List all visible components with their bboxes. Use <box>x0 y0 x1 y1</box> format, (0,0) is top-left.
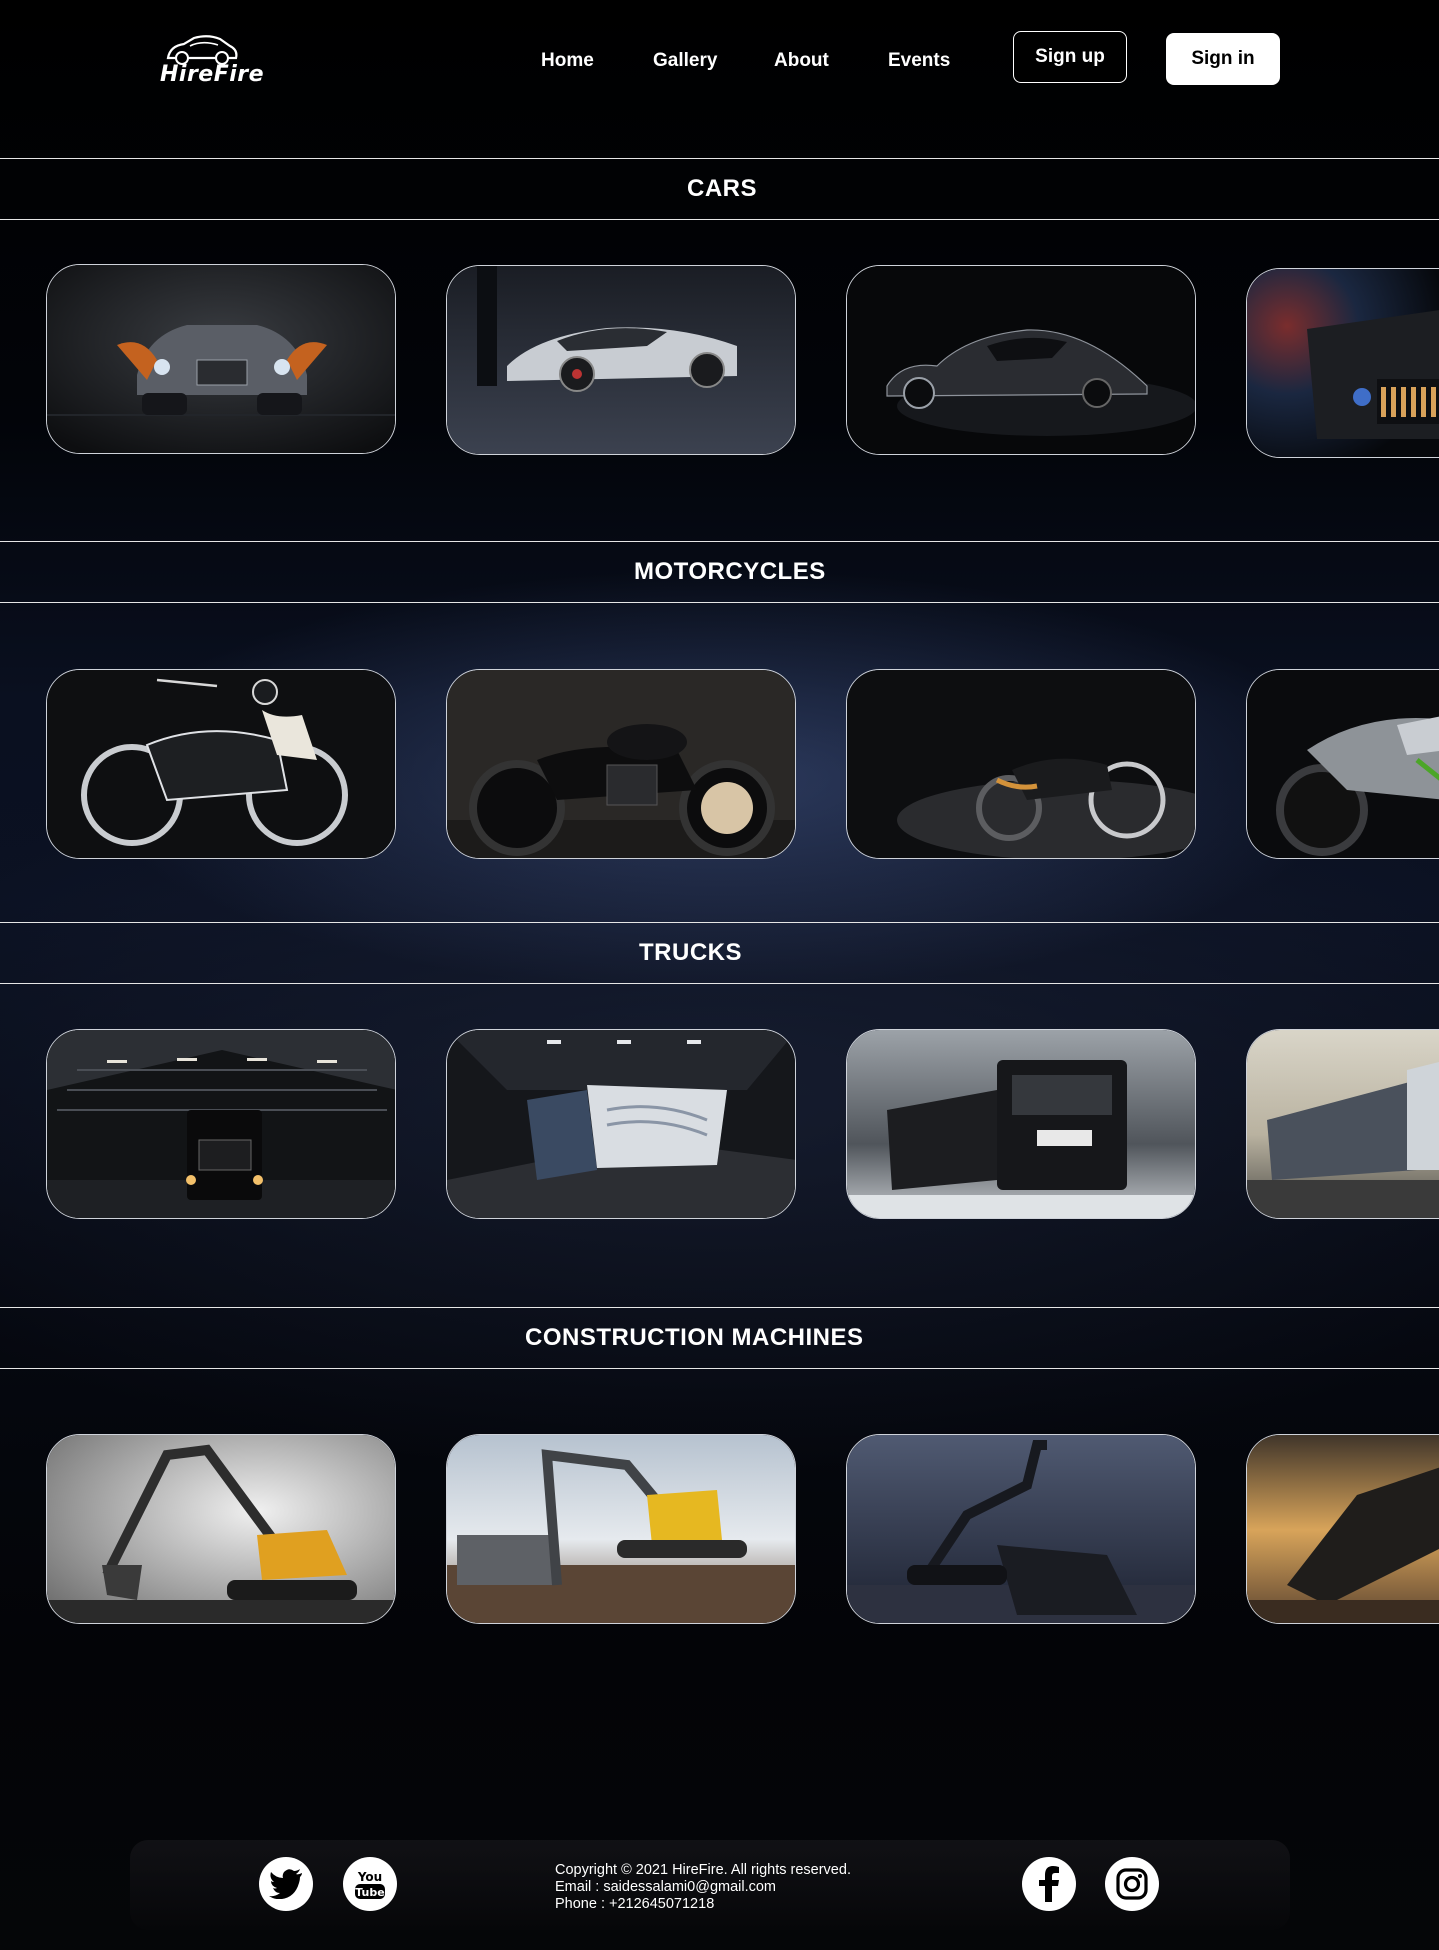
gallery-card-volvo-excavator[interactable] <box>446 1434 796 1624</box>
section-cars-band: CARS <box>0 158 1439 220</box>
gallery-card-jeep[interactable] <box>1246 268 1439 458</box>
footer <box>0 1730 1439 1950</box>
section-title-trucks: TRUCKS <box>639 939 742 966</box>
gallery-card-cafe-racer[interactable] <box>846 669 1196 859</box>
nav-gallery[interactable]: Gallery <box>653 50 717 72</box>
gallery-card-volvo-sunset[interactable] <box>1246 1434 1439 1624</box>
gallery-card-hangar-truck[interactable] <box>46 1029 396 1219</box>
motorcycle-image <box>1247 670 1439 858</box>
gallery-card-kawasaki[interactable] <box>1246 669 1439 859</box>
youtube-icon[interactable]: You Tube <box>343 1857 397 1911</box>
section-motorcycles-band: MOTORCYCLES <box>0 541 1439 603</box>
truck-image <box>447 1030 795 1218</box>
instagram-icon[interactable] <box>1105 1857 1159 1911</box>
svg-text:Tube: Tube <box>355 1886 384 1899</box>
gallery-card-tunnel-truck[interactable] <box>446 1029 796 1219</box>
nav-home[interactable]: Home <box>541 50 594 72</box>
gallery-card-bugatti[interactable] <box>446 265 796 455</box>
car-image <box>47 265 395 453</box>
header: HireFire Home Gallery About Events Sign … <box>0 0 1439 120</box>
section-title-construction: CONSTRUCTION MACHINES <box>525 1324 864 1351</box>
gallery-card-iveco-truck[interactable] <box>846 1029 1196 1219</box>
car-image <box>447 266 795 454</box>
nav-about[interactable]: About <box>774 50 829 72</box>
email-text: Email : saidessalami0@gmail.com <box>555 1879 777 1895</box>
facebook-icon[interactable] <box>1022 1857 1076 1911</box>
excavator-image <box>447 1435 795 1623</box>
signup-button[interactable]: Sign up <box>1013 31 1127 83</box>
car-image <box>1247 269 1439 457</box>
gallery-card-road-train[interactable] <box>1246 1029 1439 1219</box>
gallery-card-vintage-coupe[interactable] <box>846 265 1196 455</box>
gallery-card-excavator-yellow[interactable] <box>46 1434 396 1624</box>
excavator-image <box>847 1435 1195 1623</box>
svg-text:You: You <box>357 1870 382 1884</box>
signin-button[interactable]: Sign in <box>1166 33 1280 85</box>
gallery-card-dark-excavator[interactable] <box>846 1434 1196 1624</box>
section-trucks-band: TRUCKS <box>0 922 1439 984</box>
section-construction-band: CONSTRUCTION MACHINES <box>0 1307 1439 1369</box>
truck-image <box>847 1030 1195 1218</box>
nav-events[interactable]: Events <box>888 50 950 72</box>
logo-text: HireFire <box>160 62 265 87</box>
excavator-image <box>1247 1435 1439 1623</box>
truck-image <box>47 1030 395 1218</box>
logo[interactable]: HireFire <box>158 34 264 92</box>
copyright-text: Copyright © 2021 HireFire. All rights re… <box>555 1862 851 1878</box>
motorcycle-image <box>847 670 1195 858</box>
car-image <box>847 266 1195 454</box>
twitter-icon[interactable] <box>259 1857 313 1911</box>
phone-text: Phone : +212645071218 <box>555 1896 715 1912</box>
gallery-card-rolls-royce[interactable] <box>46 264 396 454</box>
footer-info: Copyright © 2021 HireFire. All rights re… <box>555 1862 851 1913</box>
gallery-card-vintage-bmw[interactable] <box>46 669 396 859</box>
gallery-card-triumph[interactable] <box>446 669 796 859</box>
page: HireFire Home Gallery About Events Sign … <box>0 0 1439 1950</box>
excavator-image <box>47 1435 395 1623</box>
section-title-cars: CARS <box>687 175 758 202</box>
motorcycle-image <box>447 670 795 858</box>
truck-image <box>1247 1030 1439 1218</box>
motorcycle-image <box>47 670 395 858</box>
section-title-motorcycles: MOTORCYCLES <box>634 558 826 585</box>
